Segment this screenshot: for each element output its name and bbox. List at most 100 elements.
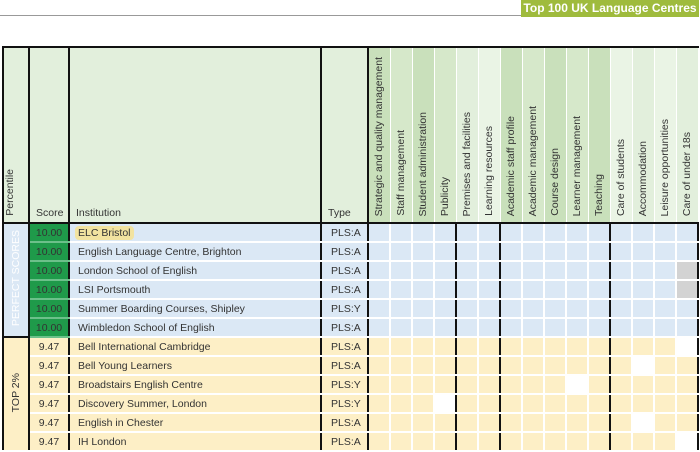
header-criterion: Student administration xyxy=(412,46,435,224)
criterion-cell xyxy=(654,280,677,300)
institution-type: PLS:A xyxy=(321,261,369,281)
institution-name[interactable]: Wimbledon School of English xyxy=(69,318,322,338)
criterion-cell xyxy=(544,413,567,433)
header-type: Type xyxy=(321,46,369,224)
criterion-cell xyxy=(566,356,589,376)
institution-name[interactable]: English Language Centre, Brighton xyxy=(69,242,322,262)
criterion-cell xyxy=(566,318,589,338)
criterion-cell xyxy=(412,261,435,281)
criterion-cell xyxy=(566,394,589,414)
institution-name[interactable]: Bell Young Learners xyxy=(69,356,322,376)
criterion-cell xyxy=(588,280,611,300)
criterion-cell xyxy=(632,261,655,281)
criterion-cell xyxy=(412,394,435,414)
criterion-cell xyxy=(522,394,545,414)
criterion-cell xyxy=(654,223,677,243)
criterion-cell xyxy=(588,336,611,357)
institution-name[interactable]: Bell International Cambridge xyxy=(69,336,322,357)
institution-name[interactable]: Broadstairs English Centre xyxy=(69,375,322,395)
criterion-cell xyxy=(632,413,655,433)
criterion-cell xyxy=(632,318,655,338)
criterion-cell xyxy=(522,375,545,395)
criterion-cell xyxy=(500,413,523,433)
criterion-cell xyxy=(610,356,633,376)
institution-name[interactable]: Discovery Summer, London xyxy=(69,394,322,414)
criterion-cell xyxy=(566,280,589,300)
criterion-cell xyxy=(566,299,589,319)
header-criterion: Teaching xyxy=(588,46,611,224)
criterion-cell xyxy=(676,413,699,433)
header-score: Score xyxy=(29,46,70,224)
institution-name[interactable]: ELC Bristol xyxy=(69,223,322,243)
criterion-cell xyxy=(610,394,633,414)
header-criterion: Academic staff profile xyxy=(500,46,523,224)
criterion-cell xyxy=(544,261,567,281)
criterion-cell xyxy=(676,336,699,357)
institution-type: PLS:Y xyxy=(321,375,369,395)
table-row: 10.00 English Language Centre, Brighton PL… xyxy=(3,242,699,262)
criterion-cell xyxy=(544,336,567,357)
criterion-cell xyxy=(522,223,545,243)
criterion-cell xyxy=(412,432,435,452)
criterion-cell xyxy=(610,413,633,433)
header-institution: Institution xyxy=(69,46,322,224)
criterion-cell xyxy=(610,299,633,319)
institution-name[interactable]: London School of English xyxy=(69,261,322,281)
table-row: 10.00 Summer Boarding Courses, Shipley PLS… xyxy=(3,299,699,319)
criterion-cell xyxy=(368,356,391,376)
criterion-cell xyxy=(588,394,611,414)
criterion-cell xyxy=(456,375,479,395)
criterion-cell xyxy=(588,413,611,433)
header-criterion: Premises and facilities xyxy=(456,46,479,224)
criterion-cell xyxy=(500,299,523,319)
criterion-cell xyxy=(456,280,479,300)
criterion-cell xyxy=(566,375,589,395)
criterion-cell xyxy=(500,261,523,281)
institution-type: PLS:A xyxy=(321,318,369,338)
criterion-cell xyxy=(522,318,545,338)
institution-name[interactable]: Summer Boarding Courses, Shipley xyxy=(69,299,322,319)
criterion-cell xyxy=(500,242,523,262)
institution-name[interactable]: English in Chester xyxy=(69,413,322,433)
criterion-cell xyxy=(412,318,435,338)
criterion-cell xyxy=(456,394,479,414)
brand-title: Top 100 UK Language Centres xyxy=(521,0,699,17)
criterion-cell xyxy=(588,432,611,452)
criterion-cell xyxy=(654,261,677,281)
criterion-cell xyxy=(632,242,655,262)
criterion-cell xyxy=(654,413,677,433)
score: 10.00 xyxy=(29,242,70,262)
criterion-cell xyxy=(610,318,633,338)
criterion-cell xyxy=(478,280,501,300)
criterion-cell xyxy=(434,336,457,357)
criterion-cell xyxy=(654,318,677,338)
criterion-cell xyxy=(544,299,567,319)
criterion-cell xyxy=(500,375,523,395)
institution-name[interactable]: IH London xyxy=(69,432,322,452)
institution-name[interactable]: LSI Portsmouth xyxy=(69,280,322,300)
criterion-cell xyxy=(478,336,501,357)
criterion-cell xyxy=(654,375,677,395)
criterion-cell xyxy=(676,242,699,262)
criterion-cell xyxy=(632,375,655,395)
criterion-cell xyxy=(676,223,699,243)
criterion-cell xyxy=(390,261,413,281)
criterion-cell xyxy=(522,299,545,319)
header-rule xyxy=(0,15,522,16)
criterion-cell xyxy=(390,280,413,300)
criterion-cell xyxy=(610,261,633,281)
criterion-cell xyxy=(588,299,611,319)
institution-type: PLS:A xyxy=(321,413,369,433)
criterion-cell xyxy=(434,375,457,395)
criterion-cell xyxy=(566,432,589,452)
criterion-cell xyxy=(412,375,435,395)
table-row: 9.47 English in Chester PLS:A xyxy=(3,413,699,433)
score: 9.47 xyxy=(29,356,70,376)
criterion-cell xyxy=(368,299,391,319)
criterion-cell xyxy=(544,223,567,243)
criterion-cell xyxy=(676,375,699,395)
institution-type: PLS:A xyxy=(321,356,369,376)
criterion-cell xyxy=(412,413,435,433)
criterion-cell xyxy=(588,242,611,262)
table-row: 10.00 LSI Portsmouth PLS:A xyxy=(3,280,699,300)
